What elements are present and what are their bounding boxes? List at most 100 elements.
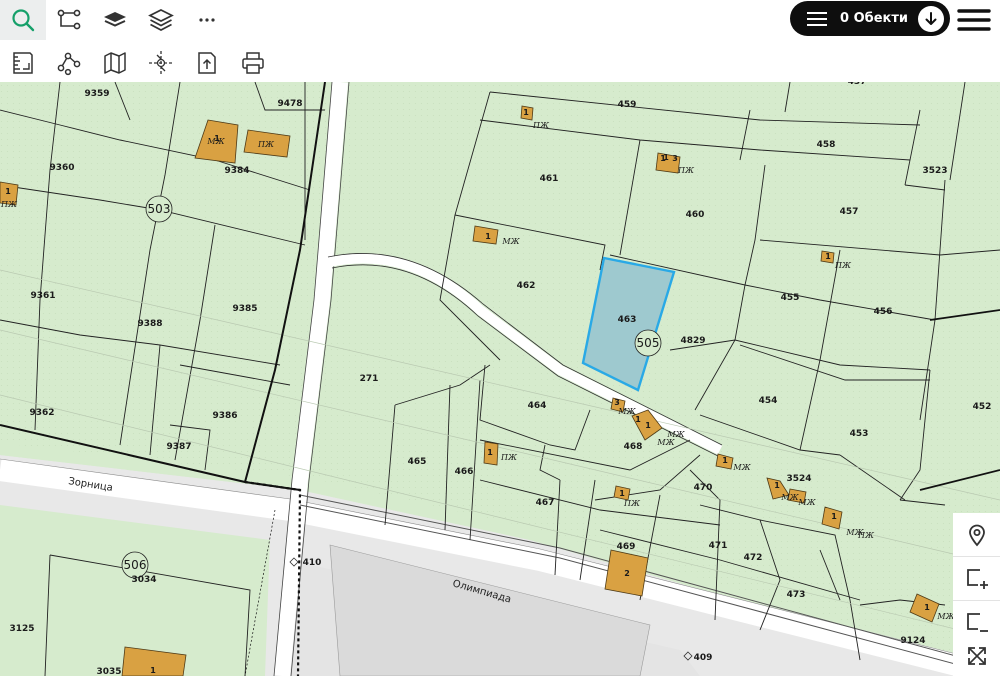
building-number: 1 (619, 489, 625, 498)
building-number: 1 (645, 421, 651, 430)
zoom-in-box-icon (966, 568, 988, 589)
fullscreen-icon (967, 646, 986, 665)
building-number: 2 (624, 569, 630, 578)
parcel-label: 462 (517, 281, 536, 291)
crosshair-icon (149, 51, 173, 75)
building-number: 1 (523, 108, 529, 117)
building-type-label: ПЖ (623, 499, 641, 508)
arrow-down-icon (925, 12, 937, 25)
map-view[interactable]: 1111111111112111313 ПЖ МЖ ПЖ ПЖ ПЖ МЖ ПЖ МЖ МЖ ПЖ… (0, 82, 1000, 676)
parcel-label: 457 (840, 207, 859, 217)
building-number: 1 (663, 153, 669, 162)
parcel-label: 3035 (96, 667, 121, 676)
building-number: 1 (635, 415, 641, 424)
building-type-label: МЖ (732, 463, 751, 472)
layers-stack-icon (148, 9, 174, 31)
building-number: 1 (485, 232, 491, 241)
polyline-tool[interactable] (46, 43, 92, 83)
locate-button[interactable] (953, 513, 1000, 557)
zoom-in-box-button[interactable] (953, 557, 1000, 601)
parcel-label: 460 (686, 210, 705, 220)
building-number: 3 (614, 398, 620, 407)
download-button[interactable] (918, 6, 944, 32)
parcel-label: 271 (360, 374, 379, 384)
parcel-label: 458 (817, 140, 836, 150)
layers-icon (104, 12, 126, 27)
building-type-label: ПЖ (532, 121, 550, 130)
parcel-label: 9388 (137, 319, 162, 329)
objects-count-label: 0 Обекти (840, 11, 908, 26)
export-icon (198, 52, 216, 74)
measure-area-icon (13, 52, 33, 74)
parcel-label: 471 (709, 541, 728, 551)
building-number: 1 (487, 448, 493, 457)
building-number: 1 (831, 512, 837, 521)
layers-tool[interactable] (92, 0, 138, 40)
parcel-label: 469 (617, 542, 636, 552)
parcel-label: 463 (618, 315, 637, 325)
parcel-label: 3523 (922, 166, 947, 176)
menu-button[interactable] (956, 4, 992, 36)
objects-button[interactable]: 0 Обекти (790, 1, 950, 36)
parcel-label: 461 (540, 174, 559, 184)
layers-stack-tool[interactable] (138, 0, 184, 40)
toolbar: 0 Обекти (0, 0, 1000, 82)
parcel-label: 9359 (84, 89, 109, 99)
building-type-label: ПЖ (677, 166, 695, 175)
parcel-label: 9362 (29, 408, 54, 418)
building-type-label: ПЖ (857, 531, 875, 540)
building-type-label: МЖ (780, 493, 799, 502)
building-number: 1 (722, 456, 728, 465)
fullscreen-button[interactable] (953, 635, 1000, 676)
search-tool[interactable] (0, 0, 46, 40)
print-tool[interactable] (230, 43, 276, 83)
export-tool[interactable] (184, 43, 230, 83)
parcel-label: 468 (624, 442, 643, 452)
building-number: 3 (672, 154, 678, 163)
parcel-label: 9478 (277, 99, 302, 109)
parcel-label: 9385 (232, 304, 257, 314)
crosshair-tool[interactable] (138, 43, 184, 83)
building-type-label: МЖ (797, 498, 816, 507)
map-tool[interactable] (92, 43, 138, 83)
parcel-label: 9124 (900, 636, 925, 646)
building-type-label: ПЖ (500, 453, 518, 462)
building-number: 1 (5, 187, 11, 196)
more-icon (199, 18, 215, 22)
parcel-label: 470 (694, 483, 713, 493)
quarter-label: 506 (124, 558, 147, 572)
quarter-label: 503 (148, 202, 171, 216)
building-type-label: ПЖ (834, 261, 852, 270)
building-type-label: МЖ (617, 407, 636, 416)
building-type-label: МЖ (501, 237, 520, 246)
parcel-label: 410 (303, 558, 322, 568)
parcel-label: 9361 (30, 291, 55, 301)
parcel-label: 452 (973, 402, 992, 412)
parcel-label: 466 (455, 467, 474, 477)
building-number: 1 (924, 603, 930, 612)
building-number: 1 (774, 481, 780, 490)
quarter-label: 505 (637, 336, 660, 350)
parcel-label: 455 (781, 293, 800, 303)
parcel-label: 473 (787, 590, 806, 600)
parcel-label: 9360 (49, 163, 74, 173)
building-type-label: МЖ (656, 438, 675, 447)
search-icon (12, 9, 35, 32)
parcel-label: 3125 (9, 624, 34, 634)
parcel-label: 454 (759, 396, 778, 406)
more-tool[interactable] (184, 0, 230, 40)
pin-icon (968, 524, 985, 546)
parcel-label: 459 (618, 100, 637, 110)
measure-area-tool[interactable] (0, 43, 46, 83)
parcel-label: 9384 (224, 166, 249, 176)
route-icon (57, 9, 81, 30)
parcel-label: 4829 (680, 336, 705, 346)
parcel-label: 456 (874, 307, 893, 317)
route-tool[interactable] (46, 0, 92, 40)
parcel-label: 3034 (131, 575, 156, 585)
cadastral-map[interactable]: 1111111111112111313 ПЖМЖПЖПЖПЖМЖПЖМЖМЖПЖ… (0, 82, 1000, 676)
building-number: 1 (825, 252, 831, 261)
building-type-label: ПЖ (257, 140, 275, 149)
parcel-label: 9386 (212, 411, 237, 421)
parcel-label: 409 (694, 653, 713, 663)
